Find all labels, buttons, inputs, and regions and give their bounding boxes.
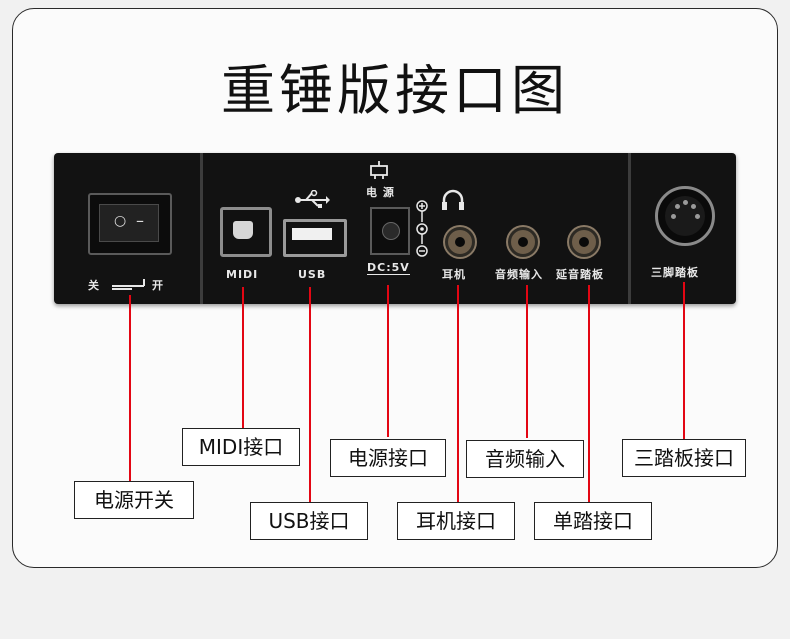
callout-line — [129, 295, 131, 483]
callout-line — [309, 287, 311, 503]
switch-circle-icon: ○ — [114, 213, 127, 229]
usb-symbol-icon — [295, 190, 330, 208]
headphone-icon — [442, 189, 464, 210]
midi-label: MIDI — [226, 268, 259, 281]
power-switch: ○ – — [88, 193, 172, 255]
callout-single-pedal: 单踏接口 — [534, 502, 652, 540]
callout-line — [457, 285, 459, 503]
callout-midi: MIDI接口 — [182, 428, 300, 466]
sustain-pedal-label: 延音踏板 — [556, 268, 604, 281]
headphone-label: 耳机 — [442, 268, 466, 281]
usb-a-tongue — [292, 228, 332, 240]
din-socket — [665, 196, 705, 236]
callout-line — [588, 285, 590, 503]
page-title: 重锤版接口图 — [221, 59, 569, 122]
usb-label: USB — [298, 268, 327, 281]
three-pedal-din-port — [655, 186, 715, 246]
panel-divider — [628, 153, 631, 304]
power-plug-icon — [370, 161, 388, 179]
switch-on-label: 开 — [152, 279, 164, 292]
callout-power: 电源接口 — [330, 439, 446, 477]
usb-a-port — [283, 219, 347, 257]
three-pedal-label: 三脚踏板 — [651, 266, 699, 279]
dc-voltage-label: DC:5V — [367, 261, 410, 275]
switch-dash-icon: – — [136, 211, 144, 230]
usb-b-plug — [233, 221, 253, 239]
panel-divider — [200, 153, 203, 304]
power-switch-icon — [112, 279, 145, 290]
midi-usb-b-port — [220, 207, 272, 257]
callout-usb: USB接口 — [250, 502, 368, 540]
dc-jack-hole — [382, 222, 400, 240]
callout-power-switch: 电源开关 — [74, 481, 194, 519]
callout-audio-in: 音频输入 — [466, 440, 584, 478]
sustain-pedal-jack — [569, 227, 599, 257]
callout-line — [242, 287, 244, 428]
audio-in-jack — [508, 227, 538, 257]
switch-off-label: 关 — [88, 279, 100, 292]
callout-line — [387, 285, 389, 437]
callout-line — [683, 282, 685, 439]
callout-line — [526, 285, 528, 438]
power-label: 电 源 — [366, 186, 395, 199]
polarity-icon — [416, 200, 428, 257]
power-switch-rocker: ○ – — [99, 204, 159, 242]
headphone-jack — [445, 227, 475, 257]
audio-in-label: 音频输入 — [495, 268, 543, 281]
callout-headphone: 耳机接口 — [397, 502, 515, 540]
dc-power-jack — [370, 207, 410, 255]
callout-three-pedal: 三踏板接口 — [622, 439, 746, 477]
